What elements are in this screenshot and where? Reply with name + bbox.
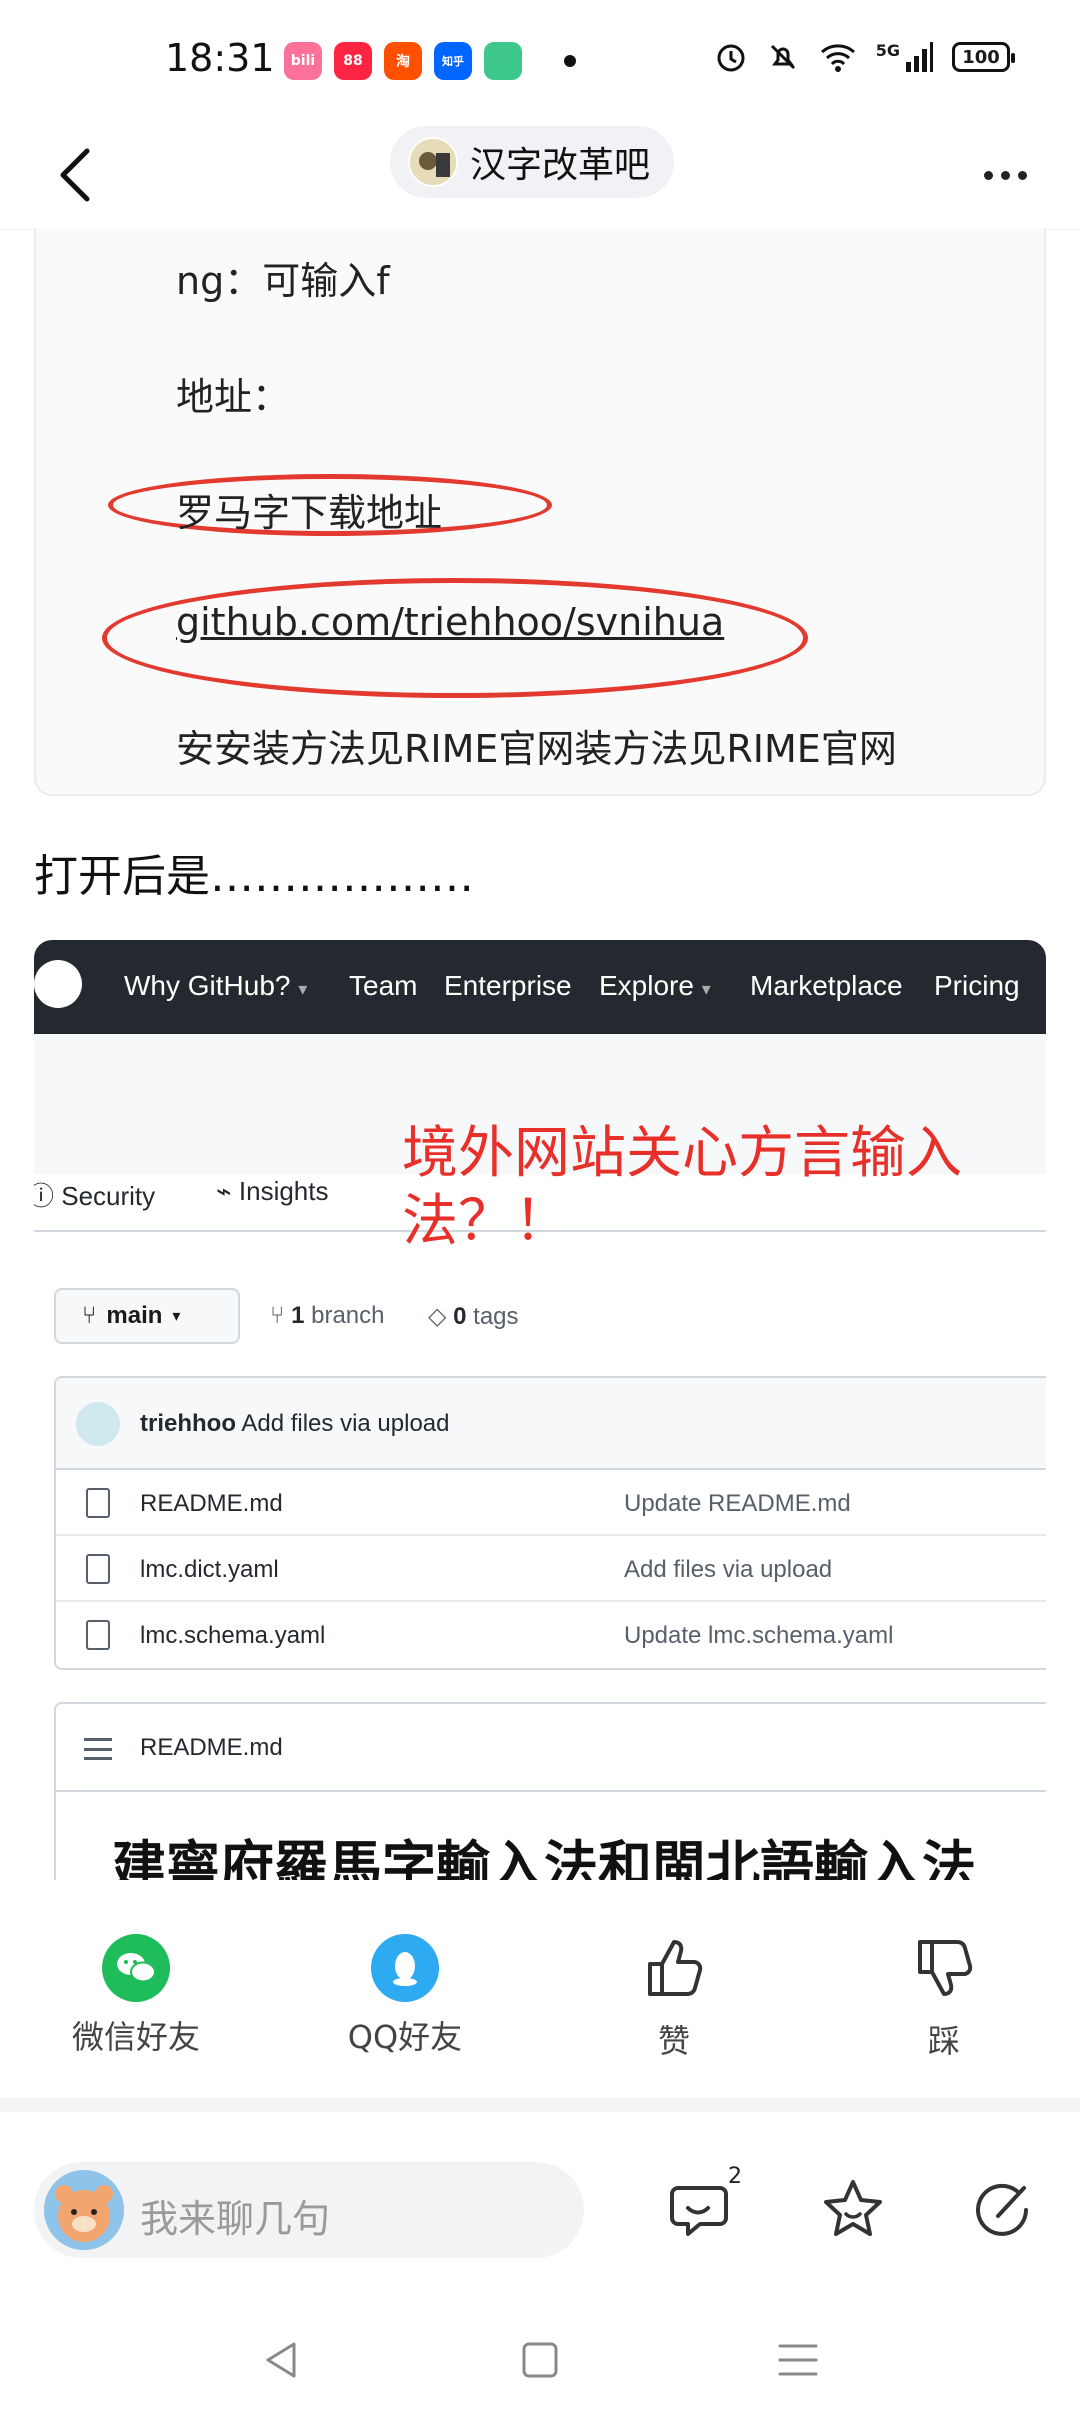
file-row: lmc.schema.yaml Update lmc.schema.yaml bbox=[56, 1602, 1046, 1668]
nav-marketplace: Marketplace bbox=[750, 970, 903, 1001]
system-menu-button[interactable] bbox=[768, 2330, 828, 2390]
like-button[interactable]: 赞 bbox=[594, 1920, 754, 2062]
nav-explore: Explore ▾ bbox=[599, 970, 711, 1001]
status-time: 18:31 bbox=[165, 36, 275, 80]
post-image-document[interactable]: ng：可输入f 地址： 罗马字下载地址 github.com/triehhoo/… bbox=[34, 228, 1046, 796]
triangle-back-icon bbox=[266, 2342, 296, 2378]
branch-icon: ⑂ bbox=[82, 1302, 97, 1329]
section-divider bbox=[0, 2098, 1080, 2112]
chevron-left-icon bbox=[60, 148, 90, 202]
comment-count-badge: 2 bbox=[728, 2164, 742, 2189]
doc-line: 罗马字下载地址 bbox=[176, 491, 443, 535]
share-button[interactable] bbox=[968, 2174, 1038, 2244]
comment-input[interactable]: 我来聊几句 bbox=[34, 2162, 584, 2258]
github-nav: Why GitHub? ▾ Team Enterprise Explore ▾ … bbox=[34, 940, 1046, 1034]
top-nav-bar: 汉字改革吧 bbox=[0, 120, 1080, 230]
doc-line: ng：可输入f bbox=[176, 259, 390, 303]
dot-icon bbox=[983, 170, 993, 180]
taobao-icon: 淘 bbox=[384, 42, 422, 80]
network-type: 5G bbox=[875, 40, 900, 60]
system-back-button[interactable] bbox=[252, 2330, 312, 2390]
xiaohongshu-icon: 88 bbox=[334, 42, 372, 80]
thumbs-down-icon bbox=[918, 1940, 973, 1996]
qq-icon bbox=[371, 1934, 439, 2002]
comments-button[interactable]: 2 bbox=[666, 2164, 742, 2244]
file-row: lmc.dict.yaml Add files via upload bbox=[56, 1536, 1046, 1602]
nav-team: Team bbox=[349, 970, 418, 1001]
share-qq-button[interactable]: QQ好友 bbox=[325, 1920, 485, 2058]
system-home-button[interactable] bbox=[510, 2330, 570, 2390]
github-logo-icon bbox=[34, 960, 82, 1008]
comment-placeholder: 我来聊几句 bbox=[140, 2197, 331, 2241]
doc-line: 安安装方法见RIME官网装方法见RIME官网 bbox=[176, 727, 897, 771]
github-link-text: github.com/triehhoo/svnihua bbox=[176, 600, 725, 644]
battery-icon: 100 bbox=[952, 42, 1015, 72]
avatar bbox=[44, 2170, 124, 2250]
file-icon bbox=[86, 1554, 110, 1584]
dot-icon bbox=[1000, 170, 1010, 180]
more-options-button[interactable] bbox=[970, 140, 1040, 210]
list-icon bbox=[84, 1738, 112, 1760]
post-image-github[interactable]: Why GitHub? ▾ Team Enterprise Explore ▾ … bbox=[34, 940, 1046, 1880]
file-icon bbox=[86, 1488, 110, 1518]
chevron-down-icon: ▾ bbox=[172, 1308, 181, 1325]
latest-commit: triehhoo Add files via upload bbox=[56, 1378, 1046, 1470]
nav-enterprise: Enterprise bbox=[444, 970, 572, 1001]
nav-why-github: Why GitHub? ▾ bbox=[124, 970, 308, 1001]
tab-insights: ⌁ Insights bbox=[216, 1176, 329, 1206]
branch-count: ⑂ 1 branch bbox=[270, 1302, 385, 1329]
square-home-icon bbox=[522, 2342, 558, 2378]
file-icon bbox=[86, 1620, 110, 1650]
alarm-icon bbox=[717, 44, 745, 72]
system-nav-bar bbox=[0, 2300, 1080, 2412]
favorite-button[interactable] bbox=[818, 2174, 888, 2244]
share-icon bbox=[976, 2183, 1028, 2236]
wifi-icon bbox=[820, 44, 855, 72]
readme-title: 建寧府羅馬字輸入法和閩北語輸入法 bbox=[112, 1835, 976, 1880]
status-indicators: 5G 100 bbox=[714, 40, 1015, 74]
app-icon bbox=[484, 42, 522, 80]
forum-avatar bbox=[408, 137, 458, 187]
bottom-comment-bar: 我来聊几句 2 bbox=[0, 2136, 1080, 2286]
comment-icon bbox=[670, 2186, 728, 2236]
thumbs-up-icon bbox=[648, 1940, 703, 1996]
file-row: README.md Update README.md bbox=[56, 1470, 1046, 1536]
avatar bbox=[76, 1402, 120, 1446]
dot-icon bbox=[1017, 170, 1027, 180]
menu-icon bbox=[778, 2344, 818, 2376]
share-reaction-row: 微信好友 QQ好友 赞 踩 bbox=[0, 1920, 1080, 2070]
share-wechat-button[interactable]: 微信好友 bbox=[56, 1920, 216, 2058]
readme-panel: README.md 建寧府羅馬字輸入法和閩北語輸入法 bbox=[54, 1702, 1046, 1880]
branch-select: ⑂ main ▾ bbox=[54, 1288, 240, 1344]
zhihu-icon: 知乎 bbox=[434, 42, 472, 80]
back-button[interactable] bbox=[40, 140, 110, 210]
tab-security: ⓘ Security bbox=[34, 1181, 156, 1211]
signal-icon bbox=[906, 42, 933, 72]
forum-chip[interactable]: 汉字改革吧 bbox=[390, 126, 675, 198]
forum-name: 汉字改革吧 bbox=[470, 145, 651, 186]
status-bar: 18:31 bili 88 淘 知乎 5G 100 bbox=[0, 0, 1080, 120]
nav-pricing: Pricing bbox=[934, 970, 1020, 1001]
wechat-icon bbox=[102, 1934, 170, 2002]
bilibili-icon: bili bbox=[284, 42, 322, 80]
notification-app-icons: bili 88 淘 知乎 bbox=[284, 42, 522, 80]
red-annotation-text: 境外网站关心方言输入法？！ bbox=[402, 1121, 962, 1254]
dislike-button[interactable]: 踩 bbox=[864, 1920, 1024, 2062]
doc-line: 地址： bbox=[176, 375, 291, 419]
post-text: 打开后是……………… bbox=[34, 851, 474, 902]
notification-dot bbox=[564, 55, 576, 67]
file-list: triehhoo Add files via upload README.md … bbox=[54, 1376, 1046, 1670]
mute-icon bbox=[770, 44, 795, 70]
tag-count: ◇ 0 tags bbox=[428, 1303, 519, 1330]
star-icon bbox=[824, 2180, 882, 2236]
screen: 18:31 bili 88 淘 知乎 5G 100 汉字改革吧 ng：可输入f … bbox=[0, 0, 1080, 2412]
